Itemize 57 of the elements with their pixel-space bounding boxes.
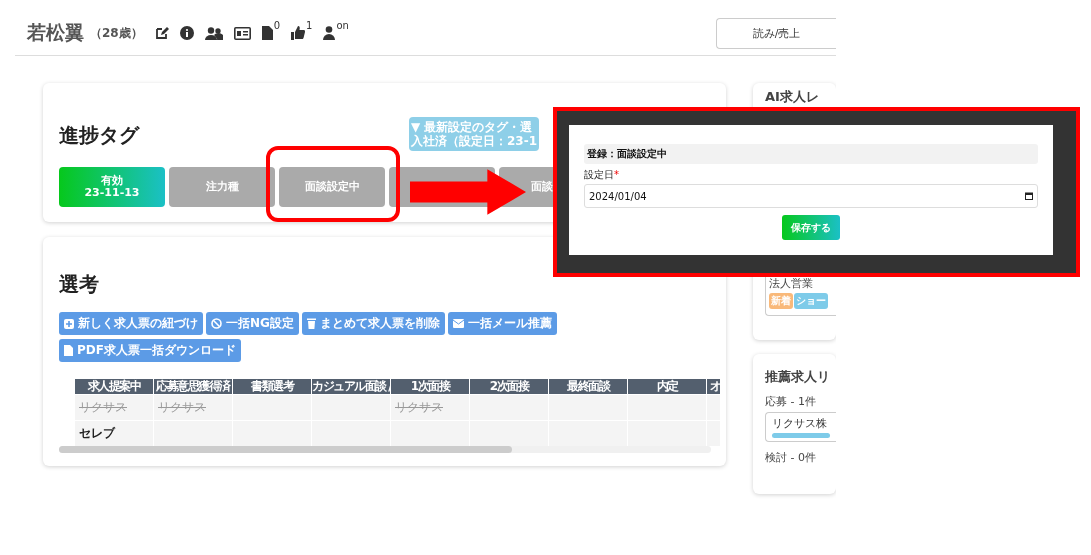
latest-tag-info: ▼ 最新設定のタグ・選 入社済（設定日：23-1 [409,117,540,151]
users-icon[interactable] [204,26,223,40]
badge-count: 1 [306,21,313,31]
id-card-icon[interactable] [233,26,251,40]
file-icon [64,345,73,356]
column-header: 2次面接 [470,379,548,394]
calendar-icon [1025,192,1033,200]
trash-icon [306,318,316,329]
table-cell: リクサス [154,395,232,420]
modal-heading: 登録：面談設定中 [584,144,1038,164]
edit-icon[interactable] [154,26,169,40]
date-field[interactable]: 2024/01/04 [584,184,1038,208]
panel-title: 推薦求人リ [765,368,831,386]
info-icon[interactable] [179,26,194,40]
arrow-icon [410,166,526,218]
thumbs-up-icon[interactable] [291,26,306,40]
table-cell: リクサス [391,395,469,420]
file-icon[interactable] [261,26,273,40]
action-button[interactable]: 新しく求人票の紐づけ [59,312,203,335]
progress-tag[interactable]: 有効 23-11-13 [59,167,165,207]
column-header: 求人提案中 [75,379,153,394]
company-name: リクサス株 [772,416,828,431]
section-title: 選考 [59,271,100,298]
table-cell: セレブ [75,421,153,446]
action-button[interactable]: PDF求人票一括ダウンロード [59,339,241,362]
job-tag: ショー [794,293,828,309]
user-icon[interactable] [323,26,336,40]
table-cell: リクサス [75,395,153,420]
badge-count: on [336,21,349,31]
panel-title: AI求人レ [765,88,820,106]
sales-button[interactable]: 読み/売上 [716,17,836,49]
save-button[interactable]: 保存する [782,215,840,240]
applied-count: 応募 - 1件 [765,394,817,409]
action-button[interactable]: 一括NG設定 [206,312,299,335]
column-header: 1次面接 [391,379,469,394]
required-mark: * [614,169,619,180]
candidate-name: 若松翼 [27,20,84,45]
section-title: 進捗タグ [59,122,141,149]
column-header: 書類選考 [233,379,311,394]
action-button[interactable]: まとめて求人票を削除 [301,312,445,335]
field-label: 設定日 [584,169,614,180]
action-button[interactable]: 一括メール推薦 [447,312,557,335]
considering-count: 検討 - 0件 [765,450,817,465]
scrollbar-thumb[interactable] [59,446,512,453]
badge-count: 0 [273,21,281,31]
column-header: 応募意思獲得済 [154,379,232,394]
job-tag: 新着 [769,293,793,309]
column-header: 内定 [628,379,706,394]
candidate-age: （28歳） [90,24,143,42]
mail-icon [452,319,464,328]
job-title: 法人営業 [769,276,814,291]
progress-tag[interactable]: 面談設定中 [279,167,385,207]
plus-icon [64,318,74,329]
progress-tag[interactable]: 注力種 [169,167,275,207]
column-header: オ [707,379,720,394]
column-header: 最終面談 [549,379,627,394]
ban-icon [211,318,222,329]
